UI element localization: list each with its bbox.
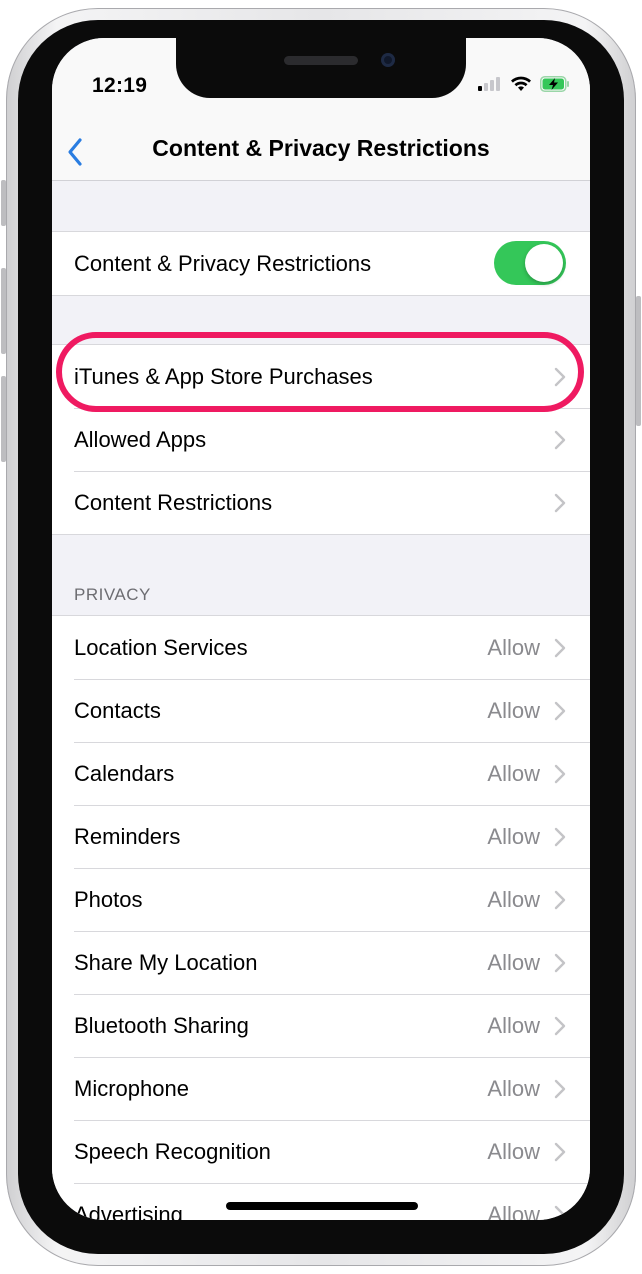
page-title: Content & Privacy Restrictions bbox=[152, 135, 490, 161]
privacy-group: Location Services Allow Contacts Allow Calen… bbox=[52, 615, 590, 1220]
settings-list: Content & Privacy Restrictions iTunes & … bbox=[52, 181, 590, 1220]
chevron-right-icon bbox=[554, 367, 566, 387]
list-item-location-services[interactable]: Location Services Allow bbox=[52, 616, 590, 679]
list-item-microphone[interactable]: Microphone Allow bbox=[52, 1057, 590, 1120]
row-label: Reminders bbox=[74, 823, 181, 849]
row-value: Allow bbox=[487, 1012, 540, 1038]
notch bbox=[176, 38, 466, 98]
wifi-icon bbox=[511, 76, 531, 91]
list-item-reminders[interactable]: Reminders Allow bbox=[52, 805, 590, 868]
row-value: Allow bbox=[487, 949, 540, 975]
list-item-photos[interactable]: Photos Allow bbox=[52, 868, 590, 931]
restrictions-toggle[interactable] bbox=[494, 241, 566, 285]
chevron-right-icon bbox=[554, 1205, 566, 1220]
screen: 12:19 Content & Privacy Restrictions Con… bbox=[52, 38, 590, 1220]
row-value: Allow bbox=[487, 634, 540, 660]
row-label: Calendars bbox=[74, 760, 175, 786]
chevron-right-icon bbox=[554, 953, 566, 973]
battery-charging-icon bbox=[540, 76, 569, 92]
row-label: Contacts bbox=[74, 697, 161, 723]
chevron-right-icon bbox=[554, 430, 566, 450]
power-button bbox=[636, 296, 641, 426]
list-item-calendars[interactable]: Calendars Allow bbox=[52, 742, 590, 805]
row-value: Allow bbox=[487, 886, 540, 912]
front-camera bbox=[381, 53, 395, 67]
row-value: Allow bbox=[487, 823, 540, 849]
chevron-right-icon bbox=[554, 1142, 566, 1162]
list-item-share-my-location[interactable]: Share My Location Allow bbox=[52, 931, 590, 994]
volume-up-button bbox=[1, 268, 6, 354]
list-item-speech-recognition[interactable]: Speech Recognition Allow bbox=[52, 1120, 590, 1183]
list-item-content-restrictions[interactable]: Content Restrictions bbox=[52, 471, 590, 534]
row-label: Location Services bbox=[74, 634, 248, 660]
row-label: Speech Recognition bbox=[74, 1138, 271, 1164]
status-time: 12:19 bbox=[92, 74, 148, 97]
row-value: Allow bbox=[487, 1201, 540, 1221]
row-value: Allow bbox=[487, 760, 540, 786]
row-label: Bluetooth Sharing bbox=[74, 1012, 249, 1038]
row-label: Microphone bbox=[74, 1075, 189, 1101]
row-label: Content & Privacy Restrictions bbox=[74, 250, 372, 276]
list-item-itunes-app-store-purchases[interactable]: iTunes & App Store Purchases bbox=[52, 345, 590, 408]
home-indicator[interactable] bbox=[226, 1202, 418, 1210]
row-value: Allow bbox=[487, 1138, 540, 1164]
mute-switch bbox=[1, 180, 6, 226]
row-value: Allow bbox=[487, 1075, 540, 1101]
chevron-right-icon bbox=[554, 701, 566, 721]
section-header-privacy: PRIVACY bbox=[74, 585, 151, 604]
row-label: Advertising bbox=[74, 1201, 183, 1221]
master-toggle-row: Content & Privacy Restrictions bbox=[52, 232, 590, 295]
master-toggle-group: Content & Privacy Restrictions bbox=[52, 231, 590, 296]
chevron-right-icon bbox=[554, 638, 566, 658]
list-item-allowed-apps[interactable]: Allowed Apps bbox=[52, 408, 590, 471]
navigation-bar: Content & Privacy Restrictions bbox=[52, 130, 590, 181]
speaker-grille bbox=[284, 56, 358, 65]
list-item-bluetooth-sharing[interactable]: Bluetooth Sharing Allow bbox=[52, 994, 590, 1057]
store-group: iTunes & App Store Purchases Allowed App… bbox=[52, 344, 590, 535]
row-label: Photos bbox=[74, 886, 143, 912]
chevron-right-icon bbox=[554, 1016, 566, 1036]
volume-down-button bbox=[1, 376, 6, 462]
list-item-contacts[interactable]: Contacts Allow bbox=[52, 679, 590, 742]
chevron-right-icon bbox=[554, 764, 566, 784]
cellular-signal-icon bbox=[478, 77, 500, 91]
chevron-right-icon bbox=[554, 827, 566, 847]
chevron-right-icon bbox=[554, 890, 566, 910]
row-value: Allow bbox=[487, 697, 540, 723]
chevron-right-icon bbox=[554, 493, 566, 513]
row-label: Share My Location bbox=[74, 949, 258, 975]
chevron-right-icon bbox=[554, 1079, 566, 1099]
